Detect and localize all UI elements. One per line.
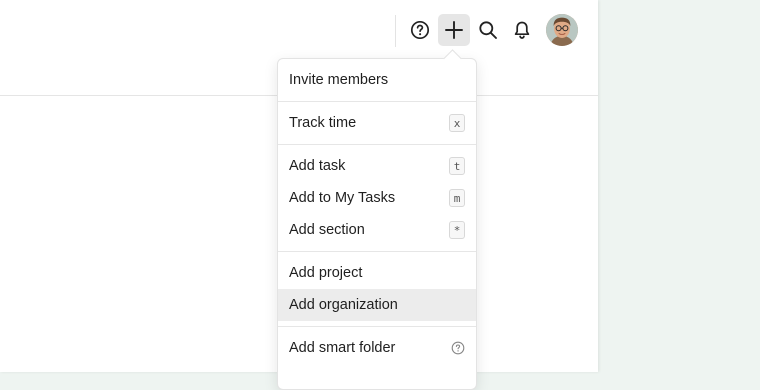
menu-item-label: Add section — [289, 222, 365, 238]
shortcut-key: x — [449, 114, 465, 132]
user-avatar-image — [546, 14, 578, 46]
toolbar-separator — [395, 15, 396, 47]
menu-item-add-task[interactable]: Add task t — [278, 150, 476, 182]
avatar[interactable] — [546, 14, 578, 46]
menu-group-projects: Add project Add organization — [278, 252, 476, 327]
plus-icon — [445, 21, 463, 39]
menu-item-label: Add project — [289, 265, 363, 281]
shortcut-key: m — [449, 189, 465, 207]
shortcut-key: * — [449, 221, 465, 239]
menu-item-label: Add organization — [289, 297, 398, 313]
menu-item-track-time[interactable]: Track time x — [278, 107, 476, 139]
menu-item-label: Invite members — [289, 72, 389, 88]
help-button[interactable] — [404, 14, 436, 46]
search-button[interactable] — [472, 14, 504, 46]
notifications-button[interactable] — [506, 14, 538, 46]
menu-item-add-organization[interactable]: Add organization — [278, 289, 476, 321]
menu-item-add-section[interactable]: Add section * — [278, 214, 476, 246]
menu-group-invite: Invite members — [278, 59, 476, 102]
menu-item-add-to-my-tasks[interactable]: Add to My Tasks m — [278, 182, 476, 214]
menu-group-time: Track time x — [278, 102, 476, 145]
menu-item-invite-members[interactable]: Invite members — [278, 64, 476, 96]
add-menu: Invite members Track time x Add task t A… — [277, 58, 477, 390]
help-icon[interactable] — [451, 341, 465, 355]
search-icon — [479, 21, 497, 39]
menu-item-label: Track time — [289, 115, 357, 131]
add-button[interactable] — [438, 14, 470, 46]
menu-item-add-smart-folder[interactable]: Add smart folder — [278, 332, 476, 364]
menu-item-label: Add smart folder — [289, 340, 396, 356]
menu-item-label: Add task — [289, 158, 346, 174]
menu-item-add-project[interactable]: Add project — [278, 257, 476, 289]
bell-icon — [514, 21, 530, 39]
menu-group-folders: Add smart folder — [278, 327, 476, 369]
help-icon — [410, 20, 430, 40]
shortcut-key: t — [449, 157, 465, 175]
menu-item-label: Add to My Tasks — [289, 190, 396, 206]
menu-group-tasks: Add task t Add to My Tasks m Add section… — [278, 145, 476, 252]
